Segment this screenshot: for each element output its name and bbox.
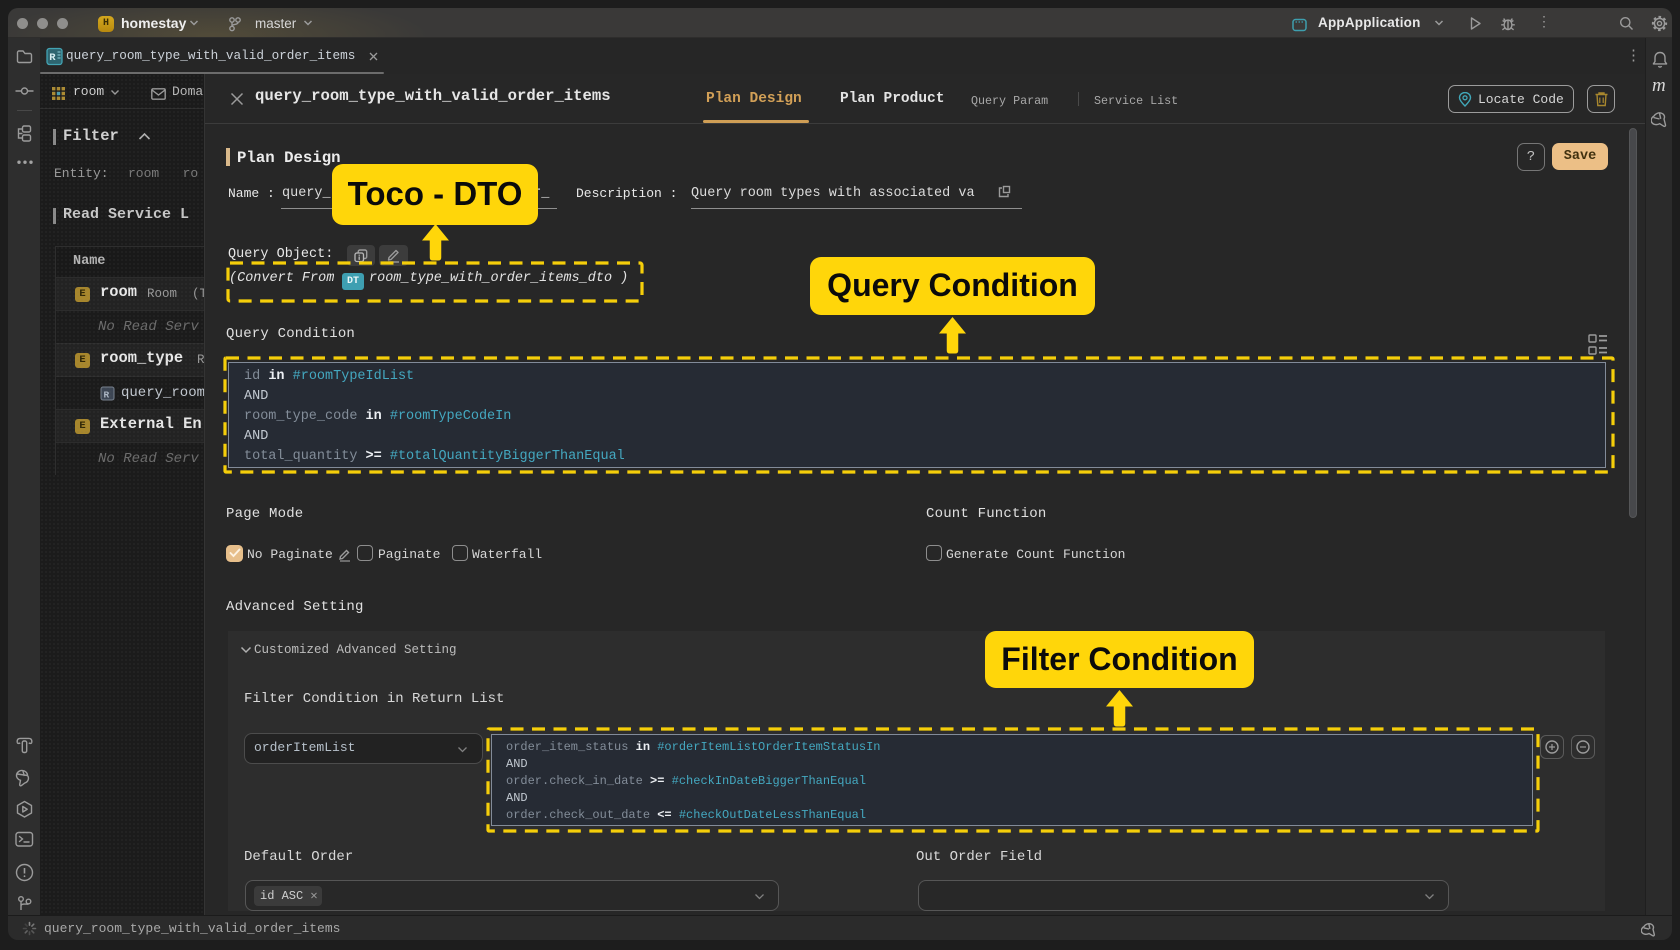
svg-text:R: R	[104, 390, 110, 401]
svg-text:R: R	[49, 52, 56, 64]
